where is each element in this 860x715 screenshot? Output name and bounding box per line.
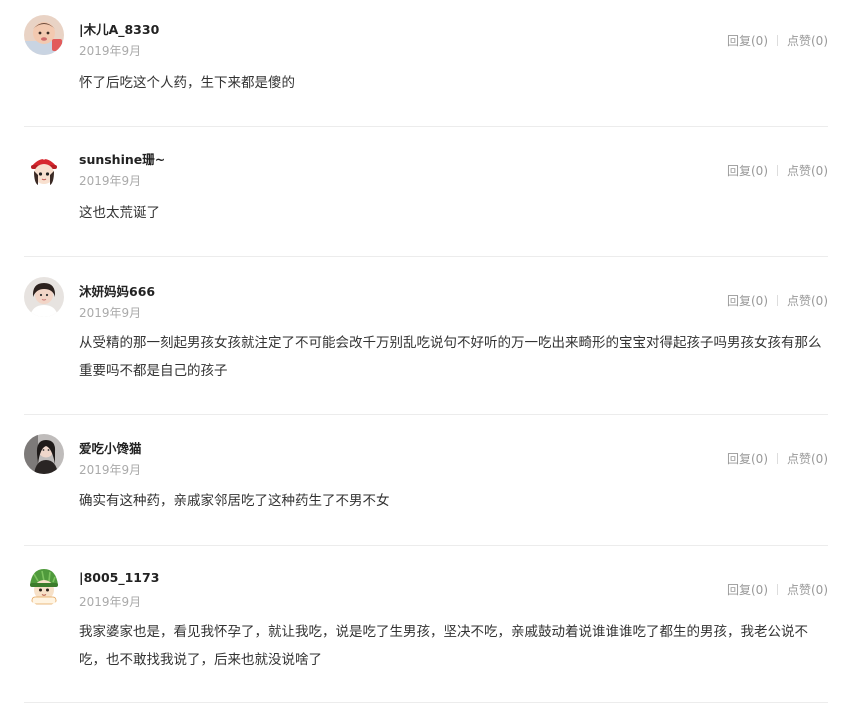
comment-date: 2019年9月 (79, 463, 142, 477)
comment-actions: 回复(0) 点赞(0) (727, 581, 828, 598)
comment-actions: 回复(0) 点赞(0) (727, 32, 828, 49)
comment-username[interactable]: |木儿A_8330 (79, 19, 159, 38)
user-avatar[interactable] (24, 434, 64, 474)
comment-username[interactable]: |8005_1173 (79, 570, 159, 585)
like-button[interactable]: 点赞(0) (787, 452, 828, 466)
reply-button[interactable]: 回复(0) (727, 34, 768, 48)
comment-list: |木儿A_8330 2019年9月 回复(0) 点赞(0) 怀了后吃这个人药，生下… (0, 0, 860, 703)
comment-date: 2019年9月 (79, 44, 142, 58)
reply-button[interactable]: 回复(0) (727, 583, 768, 597)
user-avatar[interactable] (24, 277, 64, 317)
comment-username[interactable]: 沐妍妈妈666 (79, 281, 155, 300)
comment-date: 2019年9月 (79, 174, 142, 188)
comment-text: 怀了后吃这个人药，生下来都是傻的 (79, 75, 295, 91)
user-avatar[interactable] (24, 15, 64, 55)
comment-actions: 回复(0) 点赞(0) (727, 450, 828, 467)
action-divider (777, 295, 778, 306)
comment-item: |8005_1173 2019年9月 回复(0) 点赞(0) 我家婆家也是，看见我… (24, 546, 828, 703)
comment-date: 2019年9月 (79, 595, 142, 609)
cartoon-green-hat-avatar-icon (24, 566, 64, 606)
cartoon-girl-red-hat-avatar-icon (24, 149, 64, 189)
baby-photo-avatar-icon (24, 15, 64, 55)
like-button[interactable]: 点赞(0) (787, 164, 828, 178)
comment-username[interactable]: 爱吃小馋猫 (79, 438, 142, 457)
comment-item: sunshine珊~ 2019年9月 回复(0) 点赞(0) 这也太荒诞了 (24, 127, 828, 257)
comment-item: 爱吃小馋猫 2019年9月 回复(0) 点赞(0) 确实有这种药，亲戚家邻居吃了这… (24, 415, 828, 546)
like-button[interactable]: 点赞(0) (787, 583, 828, 597)
woman-photo-avatar-icon (24, 277, 64, 317)
comment-text: 从受精的那一刻起男孩女孩就注定了不可能会改千万别乱吃说句不好听的万一吃出来畸形的… (79, 335, 822, 379)
comment-username[interactable]: sunshine珊~ (79, 149, 165, 168)
action-divider (777, 584, 778, 595)
action-divider (777, 35, 778, 46)
user-avatar[interactable] (24, 149, 64, 189)
comment-actions: 回复(0) 点赞(0) (727, 162, 828, 179)
like-button[interactable]: 点赞(0) (787, 34, 828, 48)
comment-actions: 回复(0) 点赞(0) (727, 292, 828, 309)
comment-text: 这也太荒诞了 (79, 205, 160, 221)
comment-text: 确实有这种药，亲戚家邻居吃了这种药生了不男不女 (79, 493, 390, 509)
user-avatar[interactable] (24, 566, 64, 606)
reply-button[interactable]: 回复(0) (727, 164, 768, 178)
like-button[interactable]: 点赞(0) (787, 294, 828, 308)
comment-date: 2019年9月 (79, 306, 142, 320)
comment-item: |木儿A_8330 2019年9月 回复(0) 点赞(0) 怀了后吃这个人药，生下… (24, 0, 828, 127)
action-divider (777, 165, 778, 176)
action-divider (777, 453, 778, 464)
reply-button[interactable]: 回复(0) (727, 452, 768, 466)
reply-button[interactable]: 回复(0) (727, 294, 768, 308)
comment-text: 我家婆家也是，看见我怀孕了，就让我吃，说是吃了生男孩，坚决不吃，亲戚鼓动着说谁谁… (79, 624, 808, 668)
comment-item: 沐妍妈妈666 2019年9月 回复(0) 点赞(0) 从受精的那一刻起男孩女孩就… (24, 257, 828, 415)
woman-dark-photo-avatar-icon (24, 434, 64, 474)
